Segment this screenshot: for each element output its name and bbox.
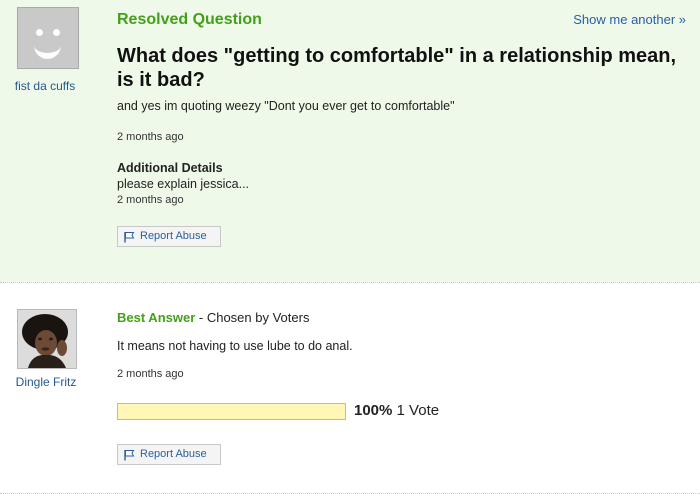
answer-report-abuse-button[interactable]: Report Abuse (117, 444, 221, 465)
best-answer-line: Best Answer - Chosen by Voters (117, 310, 309, 325)
vote-progress-bar (117, 403, 346, 420)
best-answer-section: Dingle Fritz Best Answer - Chosen by Vot… (0, 283, 700, 497)
question-section: fist da cuffs Resolved Question Show me … (0, 0, 700, 282)
resolved-question-heading: Resolved Question (117, 11, 262, 28)
vote-count: 1 Vote (396, 402, 440, 419)
additional-details-text: please explain jessica... (117, 177, 250, 191)
question-timestamp: 2 months ago (117, 131, 184, 143)
avatar-photo (18, 310, 76, 368)
question-title: What does "getting to comfortable" in a … (117, 45, 677, 91)
best-answer-label: Best Answer (117, 310, 196, 325)
answer-text: It means not having to use lube to do an… (117, 339, 353, 353)
flag-icon (124, 232, 135, 243)
question-body: and yes im quoting weezy "Dont you ever … (117, 99, 455, 113)
chosen-by-text: - Chosen by Voters (195, 310, 310, 325)
avatar-left-eye (36, 29, 43, 36)
flag-icon (124, 450, 135, 461)
answerer-avatar[interactable] (17, 309, 77, 369)
vote-stats: 100% 1 Vote (354, 402, 439, 419)
question-report-abuse-button[interactable]: Report Abuse (117, 226, 221, 247)
asker-name-link[interactable]: fist da cuffs (5, 79, 85, 93)
additional-details-timestamp: 2 months ago (117, 194, 184, 206)
avatar-mouth (34, 40, 61, 59)
answerer-name-link[interactable]: Dingle Fritz (0, 375, 92, 389)
qa-page: fist da cuffs Resolved Question Show me … (0, 0, 700, 497)
show-another-link[interactable]: Show me another » (573, 12, 686, 27)
additional-details-heading: Additional Details (117, 161, 223, 175)
report-abuse-label: Report Abuse (140, 448, 207, 460)
vote-percent: 100% (354, 402, 393, 419)
vote-progress-fill (118, 404, 345, 419)
answer-timestamp: 2 months ago (117, 368, 184, 380)
default-avatar-icon[interactable] (17, 7, 79, 69)
avatar-right-eye (53, 29, 60, 36)
report-abuse-label: Report Abuse (140, 230, 207, 242)
bottom-divider (0, 493, 700, 494)
